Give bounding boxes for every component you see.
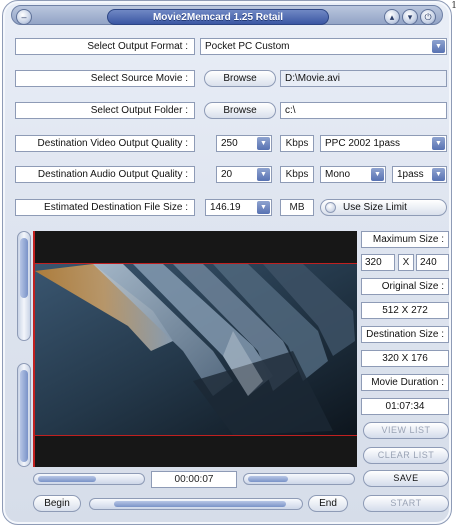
dimension-separator: X <box>398 254 414 271</box>
toggle-icon[interactable] <box>325 202 336 213</box>
dest-size-label: Destination Size : <box>361 326 449 343</box>
slider-thumb[interactable] <box>248 476 288 482</box>
playback-time: 00:00:07 <box>151 471 237 488</box>
file-size-value: 146.19 <box>210 202 241 213</box>
size-unit: MB <box>280 199 314 216</box>
app-window: – Movie2Memcard 1.25 Retail ▴ ▾ ⏻ Select… <box>2 0 452 525</box>
vertical-scrollbar-bottom[interactable] <box>17 363 31 467</box>
video-preview <box>33 231 357 467</box>
scroll-thumb[interactable] <box>20 370 28 462</box>
seek-bar[interactable] <box>89 498 303 510</box>
audio-quality-select[interactable]: 20 ▼ <box>216 166 272 183</box>
audio-unit: Kbps <box>280 166 314 183</box>
max-width-field[interactable]: 320 <box>361 254 395 271</box>
power-icon[interactable]: ⏻ <box>420 9 436 25</box>
seek-thumb[interactable] <box>114 501 286 507</box>
chevron-down-icon[interactable]: ▼ <box>371 168 384 181</box>
chevron-down-icon[interactable]: ▼ <box>432 40 445 53</box>
chevron-down-icon[interactable]: ▼ <box>257 201 270 214</box>
chevron-down-icon[interactable]: ▼ <box>432 168 445 181</box>
duration-value: 01:07:34 <box>361 398 449 415</box>
max-size-label: Maximum Size : <box>361 231 449 248</box>
slider-thumb[interactable] <box>38 476 96 482</box>
video-profile-value: PPC 2002 1pass <box>325 138 401 149</box>
audio-quality-value: 20 <box>221 169 233 180</box>
title-bar[interactable]: – Movie2Memcard 1.25 Retail ▴ ▾ ⏻ <box>11 5 443 25</box>
save-button[interactable]: SAVE <box>363 470 449 487</box>
file-size-label: Estimated Destination File Size : <box>15 199 195 216</box>
max-height-field[interactable]: 240 <box>416 254 449 271</box>
source-movie-field[interactable]: D:\Movie.avi <box>280 70 447 87</box>
browse-folder-button[interactable]: Browse <box>204 102 276 119</box>
scroll-thumb[interactable] <box>20 238 28 298</box>
audio-pass-value: 1pass <box>397 169 424 180</box>
audio-pass-select[interactable]: 1pass ▼ <box>392 166 447 183</box>
scroll-up-icon[interactable]: ▴ <box>384 9 400 25</box>
video-frame <box>35 264 357 435</box>
use-size-limit-toggle[interactable]: Use Size Limit <box>320 199 447 216</box>
output-folder-label: Select Output Folder : <box>15 102 195 119</box>
output-folder-field[interactable]: c:\ <box>280 102 447 119</box>
dest-size-value: 320 X 176 <box>361 350 449 367</box>
browse-source-button[interactable]: Browse <box>204 70 276 87</box>
vertical-scrollbar-top[interactable] <box>17 231 31 341</box>
corner-number: 1 <box>451 1 457 11</box>
use-size-limit-label: Use Size Limit <box>343 202 407 213</box>
video-quality-value: 250 <box>221 138 238 149</box>
file-size-select[interactable]: 146.19 ▼ <box>205 199 272 216</box>
window-title: Movie2Memcard 1.25 Retail <box>107 9 329 25</box>
view-list-button[interactable]: VIEW LIST <box>363 422 449 439</box>
right-slider[interactable] <box>243 473 355 485</box>
begin-button[interactable]: Begin <box>33 495 81 512</box>
chevron-down-icon[interactable]: ▼ <box>432 137 445 150</box>
clear-list-button[interactable]: CLEAR LIST <box>363 447 449 464</box>
output-format-value: Pocket PC Custom <box>205 41 290 52</box>
menu-icon[interactable]: – <box>16 9 32 25</box>
left-slider[interactable] <box>33 473 145 485</box>
duration-label: Movie Duration : <box>361 374 449 391</box>
video-profile-select[interactable]: PPC 2002 1pass ▼ <box>320 135 447 152</box>
chevron-down-icon[interactable]: ▼ <box>257 137 270 150</box>
video-unit: Kbps <box>280 135 314 152</box>
source-movie-label: Select Source Movie : <box>15 70 195 87</box>
start-button[interactable]: START <box>363 495 449 512</box>
audio-channels-select[interactable]: Mono ▼ <box>320 166 386 183</box>
orig-size-value: 512 X 272 <box>361 302 449 319</box>
output-format-label: Select Output Format : <box>15 38 195 55</box>
output-format-select[interactable]: Pocket PC Custom ▼ <box>200 38 447 55</box>
end-button[interactable]: End <box>308 495 348 512</box>
chevron-down-icon[interactable]: ▼ <box>257 168 270 181</box>
scroll-down-icon[interactable]: ▾ <box>402 9 418 25</box>
orig-size-label: Original Size : <box>361 278 449 295</box>
video-quality-select[interactable]: 250 ▼ <box>216 135 272 152</box>
audio-channels-value: Mono <box>325 169 351 180</box>
audio-quality-label: Destination Audio Output Quality : <box>15 166 195 183</box>
video-quality-label: Destination Video Output Quality : <box>15 135 195 152</box>
